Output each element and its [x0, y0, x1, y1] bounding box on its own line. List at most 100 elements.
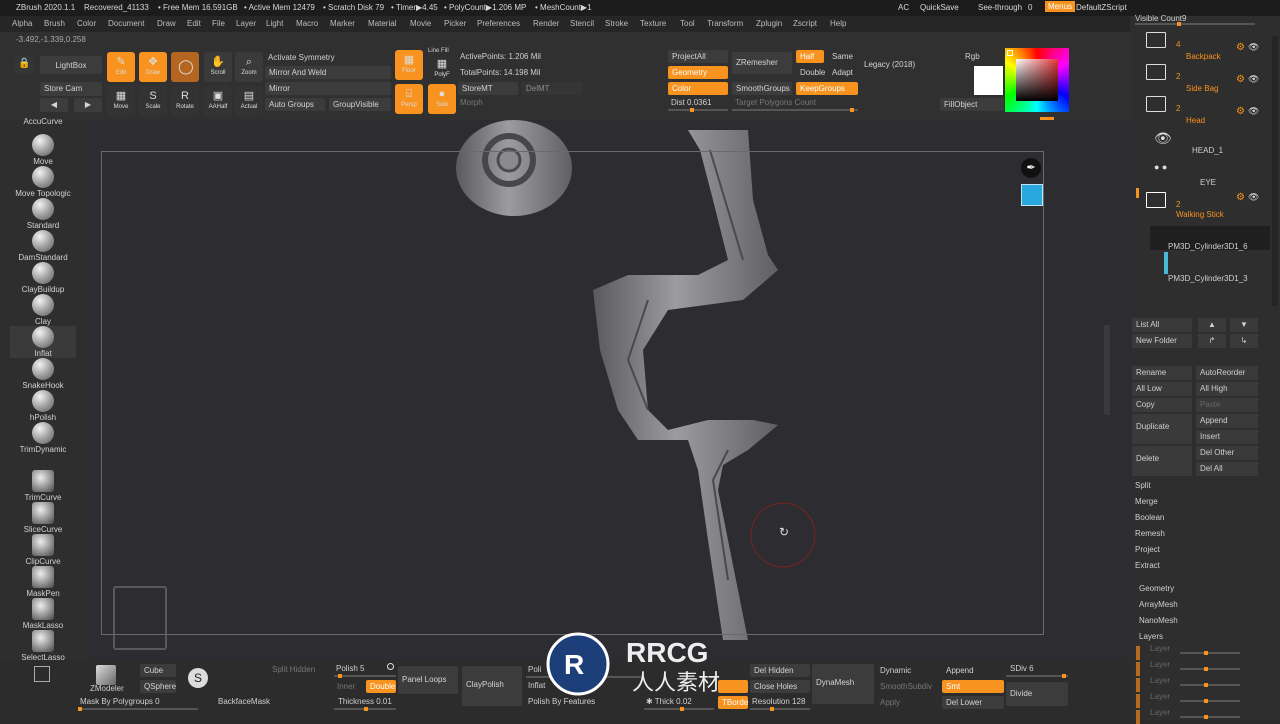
delmt-button[interactable]: DelMT	[522, 82, 582, 95]
storecam-button[interactable]: Store Cam	[40, 82, 102, 96]
gear-icon[interactable]: ⚙	[1236, 106, 1245, 117]
sphere-icon[interactable]: S	[188, 668, 208, 688]
thickness-slider[interactable]: Thickness 0.01	[338, 697, 392, 706]
actual-button[interactable]: ▤ Actual	[235, 86, 263, 116]
eye-icon[interactable]: 👁	[1248, 42, 1259, 53]
brush-claybuildup[interactable]: ClayBuildup	[10, 262, 76, 294]
half-button[interactable]: Half	[796, 50, 824, 63]
menu-movie[interactable]: Movie	[410, 19, 431, 28]
all-low-button[interactable]: All Low	[1132, 382, 1192, 396]
remesh-button[interactable]: Remesh	[1135, 529, 1165, 538]
sdiv-track[interactable]	[1006, 674, 1068, 678]
copy-button[interactable]: Copy	[1132, 398, 1192, 412]
divide-button[interactable]: Divide	[1006, 682, 1068, 706]
brush-move[interactable]: Move	[10, 134, 76, 166]
menu-tool[interactable]: Tool	[680, 19, 695, 28]
polish-track[interactable]	[334, 674, 396, 678]
gear-icon[interactable]: ⚙	[1236, 74, 1245, 85]
eye-visibility-icon[interactable]: 👁	[1154, 130, 1172, 147]
brush-hpolish[interactable]: hPolish	[10, 390, 76, 422]
mirror-button[interactable]: Mirror	[265, 82, 391, 95]
menu-texture[interactable]: Texture	[640, 19, 666, 28]
gear-icon[interactable]: ⚙	[1236, 42, 1245, 53]
menu-stroke[interactable]: Stroke	[605, 19, 628, 28]
brush-move-topologic[interactable]: Move Topologic	[10, 166, 76, 198]
layer-row[interactable]: Layer	[1150, 676, 1170, 685]
fillobject-button[interactable]: FillObject	[940, 98, 1004, 111]
inner-button[interactable]: Inner	[337, 682, 355, 691]
layer-slider[interactable]	[1180, 715, 1240, 719]
sdiv-slider[interactable]: SDiv 6	[1010, 664, 1034, 673]
arrow-down-right-icon[interactable]: ↳	[1230, 334, 1258, 348]
dist-slider[interactable]: Dist 0.0361	[671, 98, 711, 107]
layer-row[interactable]: Layer	[1150, 644, 1170, 653]
list-all-button[interactable]: List All	[1132, 318, 1192, 332]
projectall-button[interactable]: ProjectAll	[668, 50, 728, 63]
brush-trimdynamic[interactable]: TrimDynamic	[10, 422, 76, 454]
group-visible-button[interactable]: GroupVisible	[329, 98, 391, 111]
move-up-icon[interactable]: ▲	[1198, 318, 1226, 332]
paste-button[interactable]: Paste	[1196, 398, 1258, 412]
resolution-slider[interactable]: Resolution 128	[752, 697, 805, 706]
menu-color[interactable]: Color	[77, 19, 96, 28]
brush-clay[interactable]: Clay	[10, 294, 76, 326]
brush-accucurve[interactable]: AccuCurve	[10, 117, 76, 126]
polish-slider[interactable]: Polish 5	[336, 664, 364, 673]
target-polygons-track[interactable]	[732, 108, 858, 112]
arrow-up-right-icon[interactable]: ↱	[1198, 334, 1226, 348]
morph-slider[interactable]: Morph	[460, 98, 483, 107]
geometry-section[interactable]: Geometry	[1139, 584, 1174, 593]
activate-symmetry-button[interactable]: Activate Symmetry	[268, 53, 335, 62]
edit-button[interactable]: ✎ Edit	[107, 52, 135, 82]
menu-light[interactable]: Light	[266, 19, 283, 28]
smt-button[interactable]: Smt	[942, 680, 1004, 693]
polish-by-features-button[interactable]: Polish By Features	[528, 697, 595, 706]
color-saturation-square[interactable]	[1016, 59, 1058, 101]
all-high-button[interactable]: All High	[1196, 382, 1258, 396]
subtool-pm2[interactable]: PM3D_Cylinder3D1_3	[1168, 274, 1248, 283]
mask-by-polygroups-slider[interactable]: Mask By Polygroups 0	[80, 697, 160, 706]
folder-name[interactable]: Backpack	[1186, 52, 1221, 61]
autoreorder-button[interactable]: AutoReorder	[1196, 366, 1258, 380]
del-lower-button[interactable]: Del Lower	[942, 696, 1004, 709]
layer-row[interactable]: Layer	[1150, 708, 1170, 717]
brush-standard[interactable]: Standard	[10, 198, 76, 230]
menu-marker[interactable]: Marker	[330, 19, 355, 28]
del-other-button[interactable]: Del Other	[1196, 446, 1258, 460]
target-polygons-slider[interactable]: Target Polygons Count	[735, 98, 816, 107]
auto-groups-button[interactable]: Auto Groups	[265, 98, 325, 111]
menu-brush[interactable]: Brush	[44, 19, 65, 28]
brush-clipcurve[interactable]: ClipCurve	[10, 534, 76, 566]
project-button[interactable]: Project	[1135, 545, 1160, 554]
aahalf-button[interactable]: ▣ AAHalf	[204, 86, 232, 116]
color-toggle[interactable]: Color	[668, 82, 728, 95]
move-down-icon[interactable]: ▼	[1230, 318, 1258, 332]
next-arrow-icon[interactable]: ▶	[74, 98, 102, 112]
menu-picker[interactable]: Picker	[444, 19, 466, 28]
brush-snakehook[interactable]: SnakeHook	[10, 358, 76, 390]
menu-zplugin[interactable]: Zplugin	[756, 19, 782, 28]
menu-macro[interactable]: Macro	[296, 19, 318, 28]
arraymesh-section[interactable]: ArrayMesh	[1139, 600, 1178, 609]
cube-button[interactable]: Cube	[140, 664, 176, 677]
sculpt-mode-button[interactable]: ◯	[171, 52, 199, 82]
eye-icon[interactable]: 👁	[1248, 106, 1259, 117]
brush-inflat[interactable]: Inflat	[10, 326, 76, 358]
menu-document[interactable]: Document	[108, 19, 144, 28]
visible-count-slider[interactable]	[1135, 22, 1255, 26]
qsphere-button[interactable]: QSphere	[140, 680, 176, 693]
menu-edit[interactable]: Edit	[187, 19, 201, 28]
rename-button[interactable]: Rename	[1132, 366, 1192, 380]
mirror-weld-button[interactable]: Mirror And Weld	[265, 66, 391, 79]
adapt-button[interactable]: Adapt	[828, 66, 858, 79]
double-button[interactable]: Double	[366, 680, 396, 693]
insert-button[interactable]: Insert	[1196, 430, 1258, 444]
storemt-button[interactable]: StoreMT	[458, 82, 518, 95]
subtool-head[interactable]: HEAD_1	[1192, 146, 1223, 155]
del-hidden-button[interactable]: Del Hidden	[750, 664, 810, 677]
draw-button[interactable]: ✥ Draw	[139, 52, 167, 82]
zoom-button[interactable]: ⌕ Zoom	[235, 52, 263, 82]
color-picker[interactable]	[1005, 48, 1069, 112]
subtool-scrollbar[interactable]	[1272, 36, 1278, 306]
layer-slider[interactable]	[1180, 651, 1240, 655]
